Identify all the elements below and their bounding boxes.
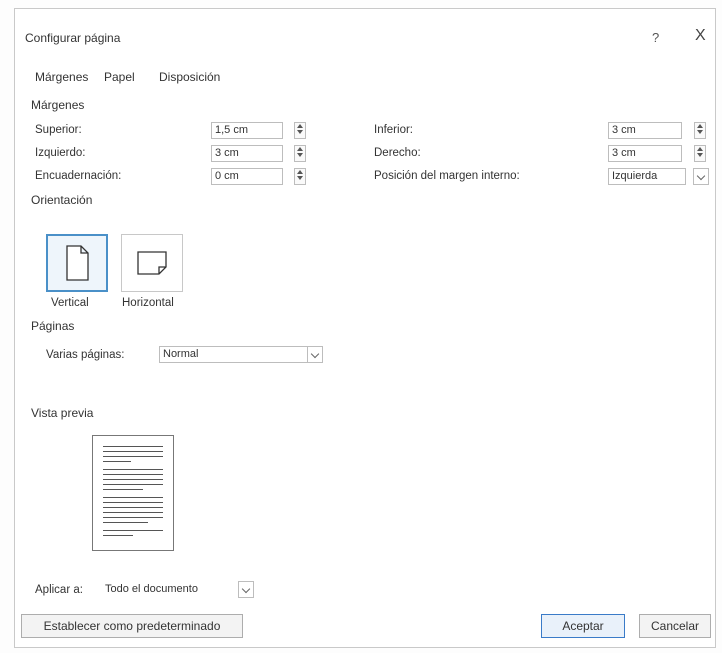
izquierdo-spinner[interactable]: [294, 145, 306, 162]
posicion-dropdown-chevron-icon[interactable]: [693, 168, 709, 185]
margins-section-title: Márgenes: [31, 98, 85, 112]
encuadernacion-spinner[interactable]: [294, 168, 306, 185]
vertical-orientation-button[interactable]: [46, 234, 108, 292]
posicion-label: Posición del margen interno:: [374, 170, 520, 182]
inferior-spinner[interactable]: [694, 122, 706, 139]
page-preview: [92, 435, 174, 551]
izquierdo-label: Izquierdo:: [35, 147, 86, 159]
orientation-section-title: Orientación: [31, 193, 93, 207]
derecho-spinner[interactable]: [694, 145, 706, 162]
set-default-button[interactable]: Establecer como predeterminado: [21, 614, 243, 638]
tab-disposicion[interactable]: Disposición: [159, 70, 220, 84]
superior-spinner[interactable]: [294, 122, 306, 139]
superior-label: Superior:: [35, 124, 82, 136]
aplicar-label: Aplicar a:: [35, 584, 83, 596]
ok-button[interactable]: Aceptar: [541, 614, 625, 638]
portrait-page-icon: [66, 245, 89, 281]
superior-input[interactable]: 1,5 cm: [211, 122, 283, 139]
tab-papel[interactable]: Papel: [104, 70, 135, 84]
encuadernacion-input[interactable]: 0 cm: [211, 168, 283, 185]
inferior-label: Inferior:: [374, 124, 413, 136]
page-setup-dialog: Configurar página ? X Márgenes Papel Dis…: [14, 8, 716, 648]
izquierdo-input[interactable]: 3 cm: [211, 145, 283, 162]
varias-paginas-chevron-icon[interactable]: [307, 346, 323, 363]
derecho-input[interactable]: 3 cm: [608, 145, 682, 162]
close-button[interactable]: X: [695, 27, 706, 45]
vertical-label: Vertical: [51, 297, 89, 309]
derecho-label: Derecho:: [374, 147, 421, 159]
aplicar-select[interactable]: Todo el documento: [101, 581, 233, 598]
cancel-button[interactable]: Cancelar: [639, 614, 711, 638]
varias-paginas-label: Varias páginas:: [46, 349, 125, 361]
tab-margenes[interactable]: Márgenes: [35, 70, 88, 84]
posicion-select[interactable]: Izquierda: [608, 168, 686, 185]
encuadernacion-label: Encuadernación:: [35, 170, 122, 182]
varias-paginas-select[interactable]: Normal: [159, 346, 309, 363]
dialog-title: Configurar página: [25, 31, 121, 45]
horizontal-label: Horizontal: [122, 297, 174, 309]
aplicar-chevron-icon[interactable]: [238, 581, 254, 598]
landscape-page-icon: [137, 251, 167, 275]
preview-section-title: Vista previa: [31, 406, 94, 420]
inferior-input[interactable]: 3 cm: [608, 122, 682, 139]
help-button[interactable]: ?: [652, 30, 659, 45]
horizontal-orientation-button[interactable]: [121, 234, 183, 292]
pages-section-title: Páginas: [31, 319, 75, 333]
